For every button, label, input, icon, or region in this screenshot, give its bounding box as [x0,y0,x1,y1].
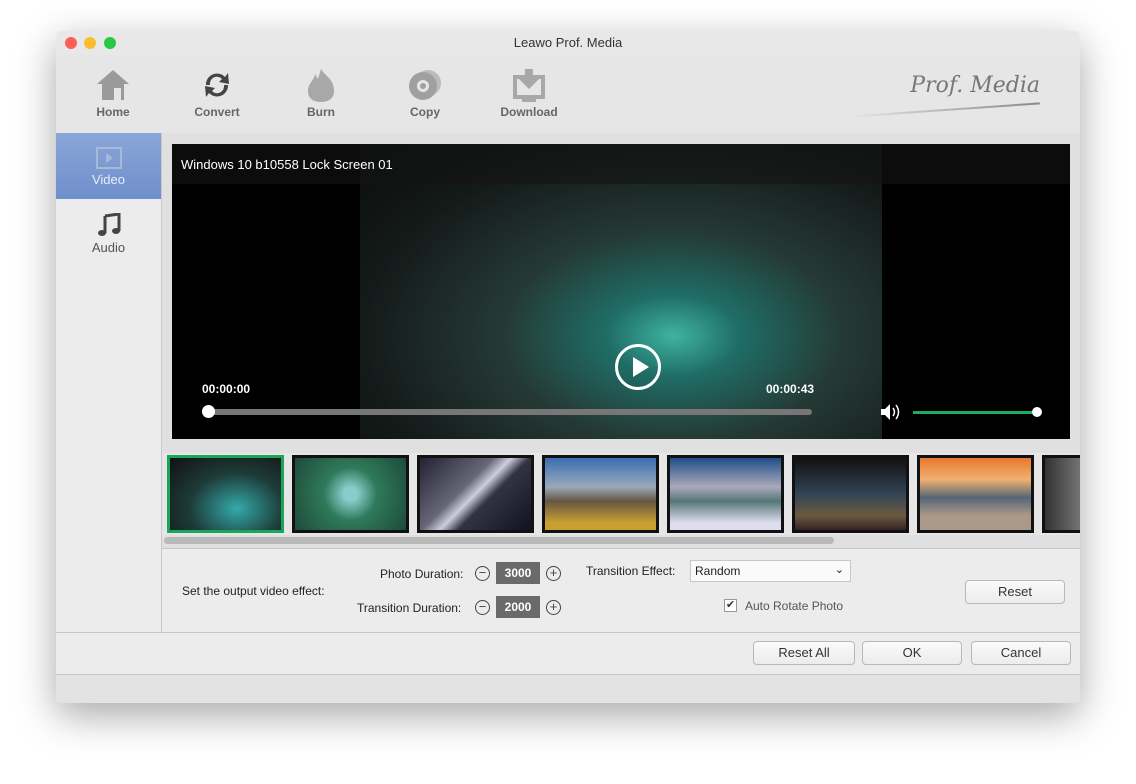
toolbar-label: Download [500,105,558,119]
toolbar-download-button[interactable]: Download [484,65,574,119]
title-bar: Leawo Prof. Media [56,31,1080,55]
toolbar-copy-button[interactable]: Copy [380,65,470,119]
convert-icon [172,65,262,105]
thumbnail[interactable] [792,455,909,533]
play-button[interactable] [615,344,661,390]
toolbar-label: Convert [194,105,240,119]
app-window: Leawo Prof. Media Home Convert Burn Copy… [56,31,1080,703]
thumbnail[interactable] [542,455,659,533]
thumbnail[interactable] [917,455,1034,533]
home-icon [68,65,158,105]
volume-slider[interactable] [913,407,1042,417]
chevron-down-icon: ⌄ [834,564,844,576]
photo-duration-input[interactable]: 3000 [496,562,540,584]
transition-effect-select[interactable]: Random ⌄ [690,560,851,582]
toolbar: Home Convert Burn Copy Download Prof. Me… [56,55,1080,133]
video-player[interactable]: Windows 10 b10558 Lock Screen 01 00:00:0… [172,144,1070,439]
thumbnail-strip [162,453,1080,535]
sidebar-item-audio[interactable]: Audio [56,199,161,265]
download-icon [484,65,574,105]
cancel-button[interactable]: Cancel [971,641,1071,665]
thumbnail[interactable] [1042,455,1080,533]
reset-button[interactable]: Reset [965,580,1065,604]
music-note-icon [56,212,161,240]
video-title: Windows 10 b10558 Lock Screen 01 [172,144,1070,184]
status-bar [56,674,1080,703]
toolbar-convert-button[interactable]: Convert [172,65,262,119]
ok-button[interactable]: OK [862,641,962,665]
transition-duration-input[interactable]: 2000 [496,596,540,618]
settings-intro: Set the output video effect: [182,584,325,598]
close-button[interactable] [65,37,77,49]
sidebar-label: Audio [91,240,126,255]
transition-duration-increment[interactable]: + [546,600,561,615]
photo-duration-decrement[interactable]: − [475,566,490,581]
main-content: Windows 10 b10558 Lock Screen 01 00:00:0… [162,133,1080,632]
toolbar-burn-button[interactable]: Burn [276,65,366,119]
reset-all-button[interactable]: Reset All [753,641,855,665]
thumbnail[interactable] [417,455,534,533]
zoom-button[interactable] [104,37,116,49]
video-effect-settings: Set the output video effect: Photo Durat… [162,548,1080,632]
minimize-button[interactable] [84,37,96,49]
toolbar-home-button[interactable]: Home [68,65,158,119]
sidebar-label: Video [91,172,125,187]
thumbnail[interactable] [167,455,284,533]
transition-duration-decrement[interactable]: − [475,600,490,615]
seek-handle[interactable] [202,405,215,418]
copy-icon [380,65,470,105]
sidebar: Video Audio [56,133,162,632]
auto-rotate-label: Auto Rotate Photo [745,599,844,613]
thumbnail[interactable] [667,455,784,533]
thumbnail[interactable] [292,455,409,533]
auto-rotate-checkbox[interactable]: ✔ [724,599,737,612]
sidebar-item-video[interactable]: Video [56,133,161,199]
transition-effect-label: Transition Effect: [586,564,676,578]
thumbnail-scrollbar[interactable] [164,537,834,544]
toolbar-label: Burn [307,105,335,119]
seek-bar[interactable] [202,405,812,418]
video-icon [56,147,161,172]
window-title: Leawo Prof. Media [513,35,623,50]
transition-duration-label: Transition Duration: [357,601,462,615]
toolbar-label: Copy [410,105,440,119]
toolbar-label: Home [96,105,130,119]
current-time: 00:00:00 [202,382,251,396]
logo-swoosh [850,102,1040,118]
volume-icon[interactable] [879,403,901,426]
photo-duration-increment[interactable]: + [546,566,561,581]
burn-icon [276,65,366,105]
brand-logo: Prof. Media [910,73,1040,98]
transition-effect-value: Random [695,564,741,578]
dialog-footer: Reset All OK Cancel [56,632,1080,674]
volume-handle[interactable] [1032,407,1042,417]
duration: 00:00:43 [766,382,815,396]
photo-duration-label: Photo Duration: [380,567,464,581]
